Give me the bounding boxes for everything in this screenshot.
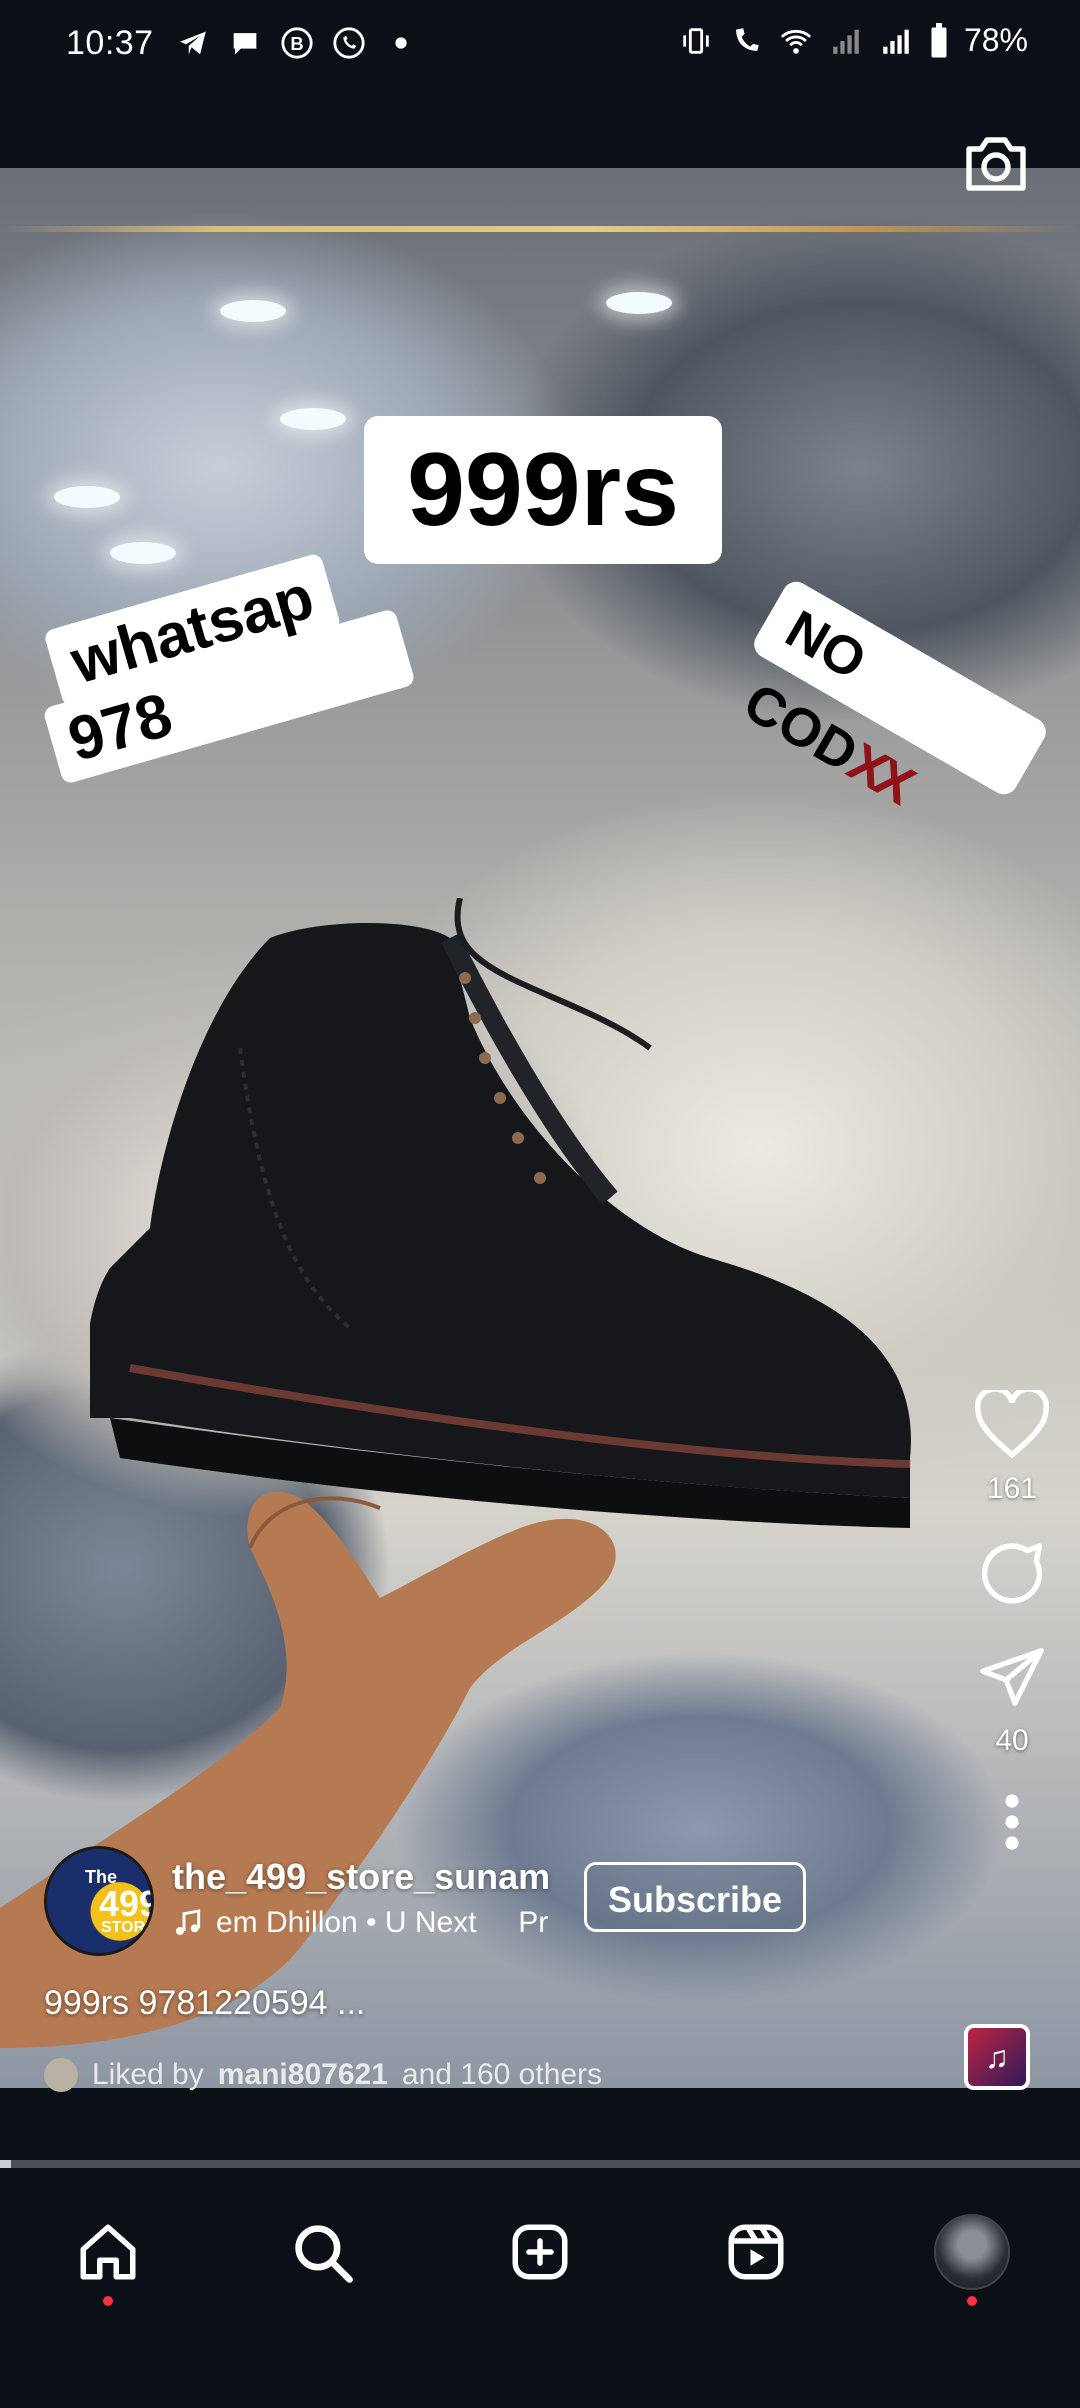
like-count: 161	[986, 1472, 1038, 1505]
reels-icon	[728, 2224, 784, 2280]
liked-by-row[interactable]: Liked by mani807621 and 160 others	[44, 2058, 602, 2092]
comment-action	[970, 1540, 1054, 1610]
ceiling-light	[54, 486, 120, 508]
more-options-icon[interactable]	[1002, 1792, 1022, 1852]
music-note-icon: ♫	[985, 2038, 1009, 2075]
comment-icon[interactable]	[975, 1540, 1049, 1610]
music-note-icon	[176, 1909, 201, 1935]
video-progress-bar[interactable]	[0, 2160, 1080, 2168]
like-action: 161	[970, 1390, 1054, 1506]
profile-notification-dot	[967, 2296, 977, 2306]
battery-icon	[931, 22, 947, 57]
create-icon	[512, 2224, 568, 2280]
reel-video[interactable]: 999rs whatsap 978 NO CODXX	[0, 168, 1080, 2088]
vibrate-icon	[683, 27, 709, 54]
background-light-strip	[0, 226, 1080, 232]
svg-text:B: B	[290, 33, 303, 54]
bottom-navigation	[0, 2168, 1080, 2408]
wifi-icon	[780, 29, 812, 54]
nav-profile[interactable]	[922, 2202, 1022, 2306]
wifi-call-icon	[736, 27, 759, 51]
more-action	[970, 1792, 1054, 1852]
notification-icons: B	[176, 26, 418, 60]
ceiling-light	[280, 408, 346, 430]
nav-home[interactable]	[58, 2202, 158, 2306]
liker-avatar	[44, 2058, 78, 2092]
status-bar: 10:37 B 78%	[0, 0, 1080, 88]
heart-icon[interactable]	[975, 1390, 1049, 1458]
nav-reels[interactable]	[706, 2202, 806, 2302]
status-time: 10:37	[66, 24, 154, 62]
video-progress-fill	[0, 2160, 11, 2168]
subscribe-button[interactable]: Subscribe	[584, 1862, 806, 1932]
home-icon	[80, 2224, 136, 2280]
ceiling-light	[110, 542, 176, 564]
chat-bubble-icon	[233, 33, 257, 55]
ceiling-light	[606, 292, 672, 314]
send-icon[interactable]	[977, 1644, 1047, 1710]
system-status: 78%	[678, 22, 1028, 59]
share-count: 40	[995, 1724, 1029, 1757]
signal-icon	[833, 29, 859, 54]
dot-icon	[395, 37, 407, 49]
liked-by-user[interactable]: mani807621	[218, 2058, 388, 2092]
home-notification-dot	[103, 2296, 113, 2306]
signal-icon	[883, 29, 909, 54]
author-row: The 499 STORE the_499_store_sunam em Dhi…	[44, 1844, 844, 1956]
camera-icon[interactable]	[960, 128, 1032, 200]
music-info[interactable]: em Dhillon • U Next Pr	[172, 1906, 618, 1940]
caption[interactable]: 999rs 9781220594 ...	[44, 1984, 365, 2023]
b-icon: B	[281, 27, 313, 59]
author-avatar[interactable]: The 499 STORE	[44, 1846, 154, 1956]
audio-track-thumbnail[interactable]: ♫	[964, 2024, 1030, 2090]
telegram-icon	[180, 31, 206, 55]
music-title: em Dhillon • U Next Pr	[216, 1906, 549, 1939]
avatar-logo-store: STORE	[101, 1919, 154, 1936]
reel-actions: 161 40	[970, 1390, 1054, 1886]
battery-percent: 78%	[963, 22, 1028, 58]
no-cod-sticker: NO CODXX	[734, 576, 1051, 814]
nav-search[interactable]	[272, 2202, 372, 2302]
liked-by-prefix: Liked by	[92, 2058, 204, 2091]
nav-create[interactable]	[490, 2202, 590, 2302]
price-sticker: 999rs	[364, 416, 722, 564]
ceiling-light	[220, 300, 286, 322]
whatsapp-sticker: whatsap 978	[26, 545, 416, 785]
liked-by-suffix: and 160 others	[401, 2058, 603, 2091]
profile-avatar	[934, 2214, 1010, 2290]
whatsapp-icon	[333, 27, 365, 59]
author-username[interactable]: the_499_store_sunam	[172, 1856, 550, 1898]
share-action: 40	[970, 1644, 1054, 1758]
search-icon	[295, 2225, 353, 2283]
